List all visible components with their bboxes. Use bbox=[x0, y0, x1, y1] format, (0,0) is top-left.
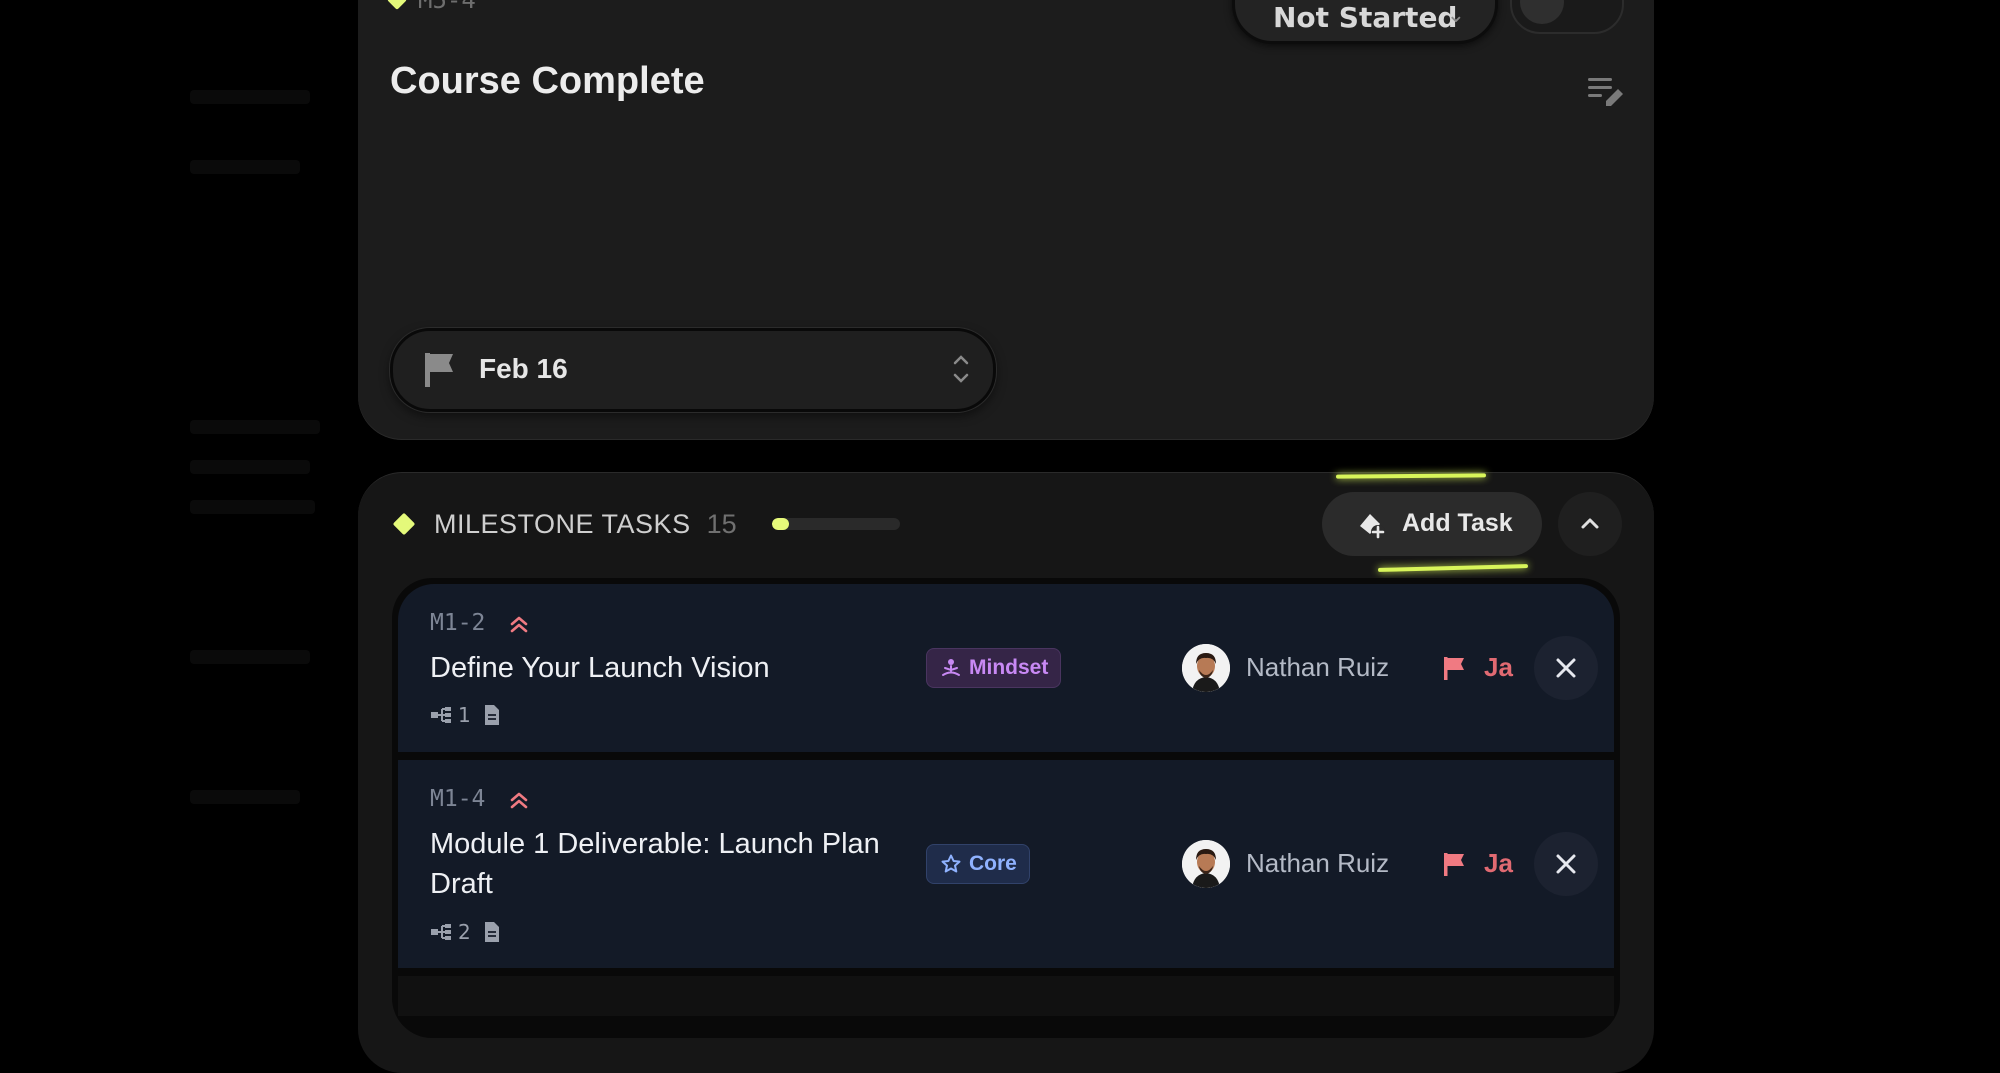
collapse-section-button[interactable] bbox=[1558, 492, 1622, 556]
milestone-id-row: M5-4 bbox=[387, 0, 476, 14]
close-icon bbox=[1556, 658, 1576, 678]
due-date-picker[interactable]: Feb 16 bbox=[390, 328, 996, 412]
section-title: MILESTONE TASKS bbox=[434, 508, 691, 539]
up-down-chevron-icon bbox=[953, 355, 969, 383]
add-task-button[interactable]: Add Task bbox=[1322, 492, 1542, 556]
edit-notes-icon[interactable] bbox=[1586, 72, 1626, 112]
flag-icon bbox=[1444, 853, 1464, 876]
person-avatar-icon bbox=[1182, 840, 1230, 888]
milestone-id: M5-4 bbox=[418, 0, 476, 14]
milestone-title[interactable]: Course Complete bbox=[390, 60, 705, 103]
background-sidebar-ghost bbox=[190, 420, 320, 434]
tasks-progress-fill bbox=[772, 518, 789, 530]
task-id: M1-2 bbox=[430, 610, 486, 636]
tasks-progress-bar bbox=[772, 518, 900, 530]
toggle-knob bbox=[1520, 0, 1564, 24]
add-task-label: Add Task bbox=[1402, 509, 1513, 537]
task-title[interactable]: Define Your Launch Vision bbox=[430, 648, 910, 688]
due-date[interactable]: Ja bbox=[1484, 652, 1514, 683]
tag-label: Core bbox=[969, 852, 1017, 875]
task-id: M1-4 bbox=[430, 786, 486, 812]
tag-badge[interactable]: Mindset bbox=[926, 648, 1062, 688]
remove-task-button[interactable] bbox=[1534, 832, 1598, 896]
subtask-tree-icon bbox=[431, 707, 451, 723]
person-avatar-icon bbox=[1182, 644, 1230, 692]
subtask-count: 1 bbox=[458, 703, 471, 727]
subtask-tree-icon bbox=[431, 924, 451, 940]
task-title[interactable]: Module 1 Deliverable: Launch Plan Draft bbox=[430, 824, 910, 904]
due-date-label: Feb 16 bbox=[479, 353, 568, 384]
chevron-down-icon: ⌄ bbox=[1446, 3, 1465, 28]
close-icon bbox=[1556, 854, 1576, 874]
background-sidebar-ghost bbox=[190, 460, 310, 474]
milestone-toggle[interactable] bbox=[1510, 0, 1624, 34]
task-row[interactable] bbox=[398, 976, 1614, 1016]
diamond-icon bbox=[392, 512, 416, 536]
tag-label: Mindset bbox=[969, 656, 1049, 679]
assignee-name[interactable]: Nathan Ruiz bbox=[1246, 848, 1389, 879]
double-chevron-up-icon bbox=[510, 792, 528, 809]
avatar bbox=[1182, 644, 1230, 692]
task-meta: 2 bbox=[430, 920, 501, 944]
chevron-up-icon bbox=[1581, 518, 1599, 529]
due-date[interactable]: Ja bbox=[1484, 848, 1514, 879]
double-chevron-up-icon bbox=[510, 616, 528, 633]
meditation-icon bbox=[942, 659, 960, 676]
background-sidebar-ghost bbox=[190, 500, 315, 514]
milestone-tasks-header: MILESTONE TASKS 15 bbox=[392, 506, 737, 542]
subtask-count: 2 bbox=[458, 920, 471, 944]
status-dropdown[interactable]: Not Started ⌄ bbox=[1232, 0, 1498, 44]
background-sidebar-ghost bbox=[190, 160, 300, 174]
status-label: Not Started bbox=[1273, 1, 1458, 34]
avatar bbox=[1182, 840, 1230, 888]
background-sidebar-ghost bbox=[190, 650, 310, 664]
document-icon bbox=[484, 705, 499, 725]
star-icon bbox=[941, 854, 961, 873]
task-meta: 1 bbox=[430, 703, 501, 727]
remove-task-button[interactable] bbox=[1534, 636, 1598, 700]
task-count: 15 bbox=[706, 508, 737, 539]
flag-icon bbox=[1444, 657, 1464, 680]
document-icon bbox=[484, 922, 499, 942]
background-sidebar-ghost bbox=[190, 790, 300, 804]
flag-icon bbox=[425, 353, 453, 387]
add-task-icon bbox=[1360, 514, 1385, 539]
background-sidebar-ghost bbox=[190, 90, 310, 104]
assignee-name[interactable]: Nathan Ruiz bbox=[1246, 652, 1389, 683]
diamond-icon bbox=[387, 0, 407, 10]
tag-badge[interactable]: Core bbox=[926, 844, 1030, 884]
